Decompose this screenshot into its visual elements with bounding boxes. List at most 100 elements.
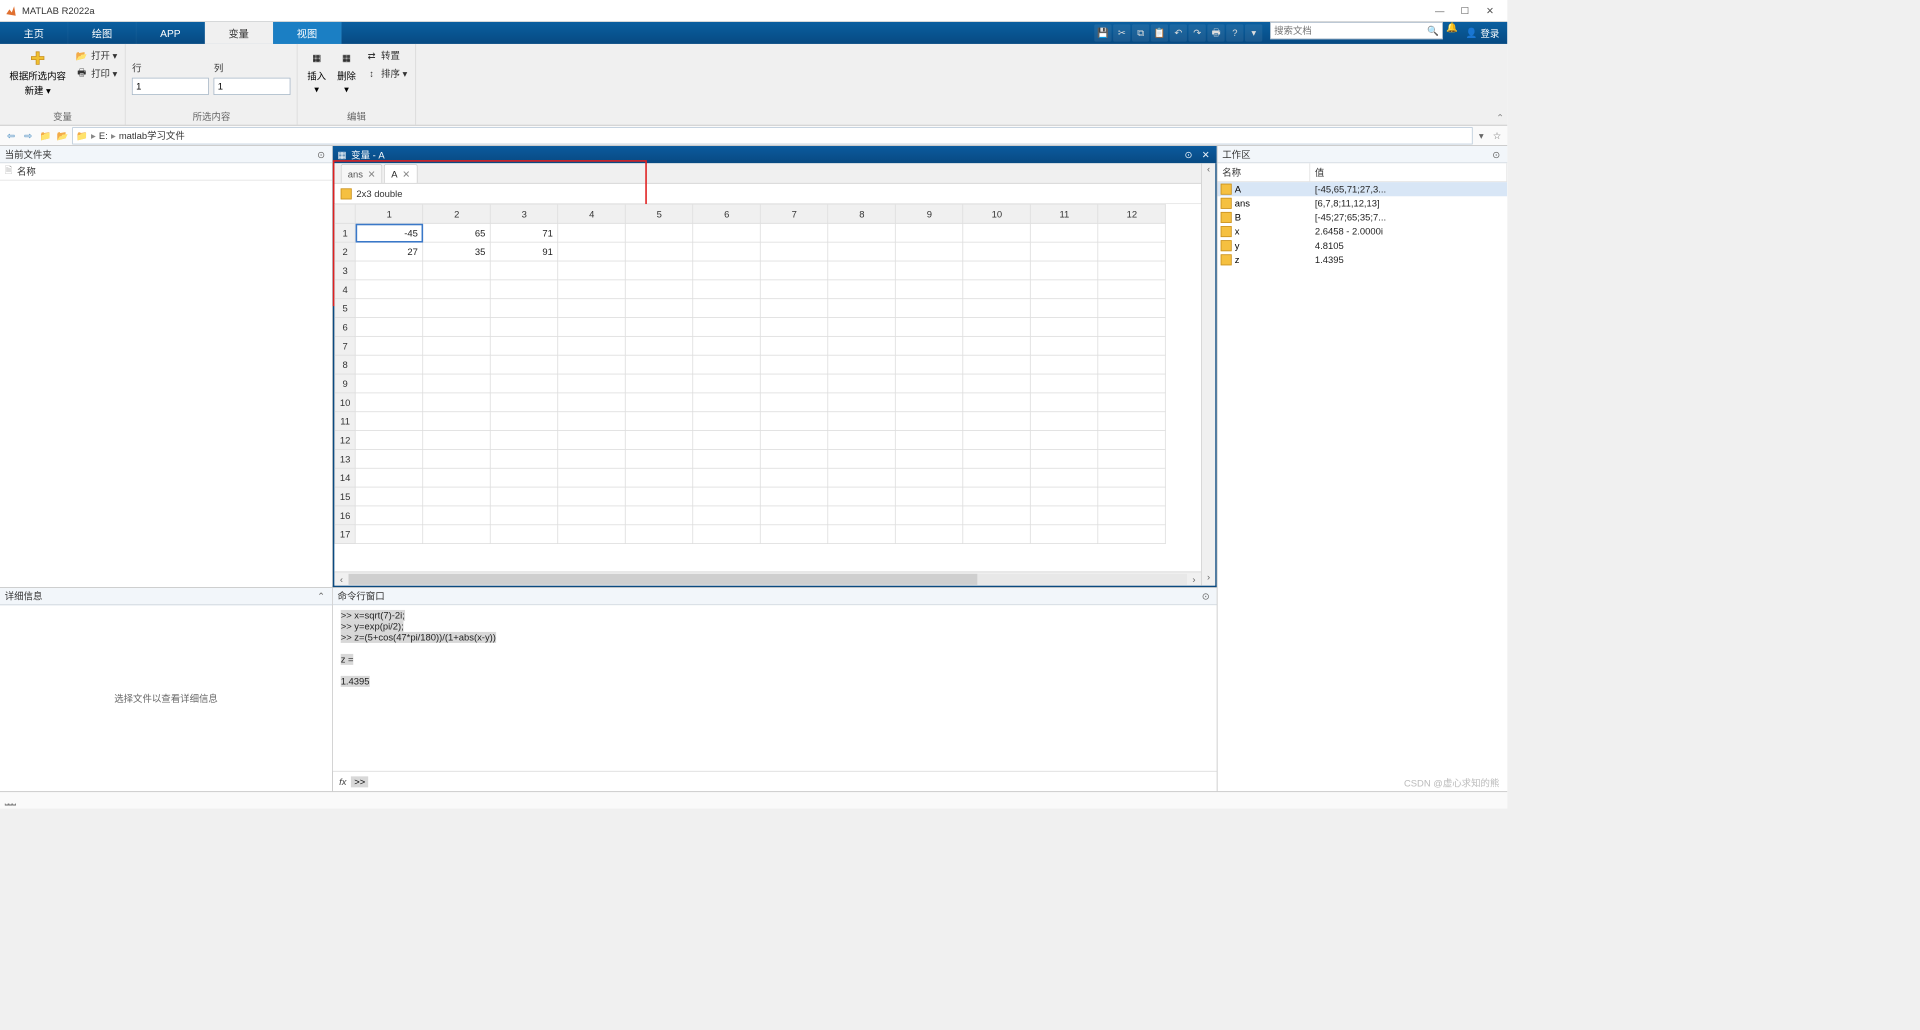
grid-cell[interactable] xyxy=(963,431,1031,450)
grid-cell[interactable] xyxy=(1031,336,1099,355)
grid-cell[interactable] xyxy=(896,261,964,280)
grid-cell[interactable] xyxy=(1098,506,1166,525)
grid-cell[interactable] xyxy=(693,261,761,280)
grid-cell[interactable] xyxy=(896,242,964,261)
grid-cell[interactable] xyxy=(1031,468,1099,487)
row-header[interactable]: 9 xyxy=(335,374,356,393)
grid-cell[interactable] xyxy=(355,374,423,393)
save-icon[interactable]: 💾 xyxy=(1094,24,1111,41)
grid-cell[interactable] xyxy=(626,412,694,431)
grid-cell[interactable] xyxy=(896,374,964,393)
copy-icon[interactable]: ⧉ xyxy=(1132,24,1149,41)
grid-cell[interactable] xyxy=(761,374,829,393)
grid-cell[interactable] xyxy=(963,506,1031,525)
grid-cell[interactable] xyxy=(828,412,896,431)
grid-cell[interactable] xyxy=(1098,412,1166,431)
grid-cell[interactable] xyxy=(491,393,559,412)
grid-cell[interactable] xyxy=(896,355,964,374)
grid-cell[interactable] xyxy=(896,223,964,242)
row-header[interactable]: 12 xyxy=(335,431,356,450)
grid-cell[interactable] xyxy=(558,412,626,431)
grid-cell[interactable] xyxy=(558,525,626,544)
open-button[interactable]: 📂打开 ▾ xyxy=(74,47,119,63)
grid-cell[interactable] xyxy=(355,355,423,374)
grid-cell[interactable] xyxy=(558,336,626,355)
grid-cell[interactable] xyxy=(828,431,896,450)
col-header[interactable]: 10 xyxy=(963,204,1031,223)
grid-cell[interactable] xyxy=(828,449,896,468)
col-header[interactable]: 9 xyxy=(896,204,964,223)
grid-cell[interactable] xyxy=(693,318,761,337)
grid-cell[interactable] xyxy=(355,393,423,412)
tab-plot[interactable]: 绘图 xyxy=(68,22,136,44)
row-header[interactable]: 15 xyxy=(335,487,356,506)
grid-cell[interactable] xyxy=(558,506,626,525)
grid-cell[interactable] xyxy=(828,374,896,393)
row-header[interactable]: 1 xyxy=(335,223,356,242)
grid-cell[interactable] xyxy=(626,242,694,261)
grid-cell[interactable] xyxy=(423,261,491,280)
grid-cell[interactable] xyxy=(355,487,423,506)
grid-cell[interactable] xyxy=(828,487,896,506)
grid-cell[interactable] xyxy=(761,525,829,544)
print-button[interactable]: 🖶打印 ▾ xyxy=(74,65,119,81)
tab-variable[interactable]: 变量 xyxy=(205,22,273,44)
grid-cell[interactable] xyxy=(1098,318,1166,337)
grid-cell[interactable] xyxy=(423,525,491,544)
grid-cell[interactable] xyxy=(896,318,964,337)
grid-cell[interactable] xyxy=(1031,299,1099,318)
grid-cell[interactable] xyxy=(828,393,896,412)
grid-cell[interactable] xyxy=(963,280,1031,299)
row-header[interactable]: 2 xyxy=(335,242,356,261)
grid-cell[interactable]: 27 xyxy=(355,242,423,261)
col-header[interactable]: 8 xyxy=(828,204,896,223)
col-header[interactable]: 3 xyxy=(491,204,559,223)
pane-menu-icon[interactable]: ⊙ xyxy=(315,148,328,161)
fx-icon[interactable]: fx xyxy=(339,776,346,787)
grid-cell[interactable] xyxy=(1098,242,1166,261)
grid-cell[interactable] xyxy=(1031,261,1099,280)
grid-cell[interactable] xyxy=(896,299,964,318)
grid-cell[interactable] xyxy=(693,431,761,450)
col-header[interactable]: 5 xyxy=(626,204,694,223)
grid-cell[interactable] xyxy=(491,299,559,318)
grid-cell[interactable] xyxy=(963,318,1031,337)
grid-cell[interactable] xyxy=(423,280,491,299)
row-header[interactable]: 17 xyxy=(335,525,356,544)
grid-cell[interactable] xyxy=(1098,525,1166,544)
grid-cell[interactable] xyxy=(963,468,1031,487)
pane-close-icon[interactable]: ✕ xyxy=(1199,149,1212,160)
grid-cell[interactable] xyxy=(963,261,1031,280)
grid-cell[interactable] xyxy=(828,336,896,355)
grid-cell[interactable] xyxy=(896,393,964,412)
close-tab-icon[interactable]: ✕ xyxy=(368,168,376,179)
grid-cell[interactable] xyxy=(558,242,626,261)
grid-cell[interactable] xyxy=(761,280,829,299)
grid-cell[interactable] xyxy=(626,468,694,487)
grid-cell[interactable] xyxy=(1098,468,1166,487)
grid-cell[interactable] xyxy=(693,506,761,525)
grid-cell[interactable] xyxy=(828,242,896,261)
grid-cell[interactable] xyxy=(761,242,829,261)
grid-cell[interactable] xyxy=(1031,318,1099,337)
pane-dock-icon[interactable]: ⊙ xyxy=(1182,149,1195,160)
grid-cell[interactable]: -45 xyxy=(355,223,423,242)
col-header[interactable]: 2 xyxy=(423,204,491,223)
grid-cell[interactable] xyxy=(423,393,491,412)
grid-cell[interactable] xyxy=(423,506,491,525)
path-star-icon[interactable]: ☆ xyxy=(1490,130,1504,141)
workspace-row[interactable]: ans[6,7,8;11,12,13] xyxy=(1218,196,1508,210)
path-folder[interactable]: matlab学习文件 xyxy=(119,129,185,142)
workspace-row[interactable]: A[-45,65,71;27,3... xyxy=(1218,182,1508,196)
grid-cell[interactable] xyxy=(491,318,559,337)
grid-cell[interactable] xyxy=(693,393,761,412)
paste-icon[interactable]: 📋 xyxy=(1151,24,1168,41)
grid-cell[interactable] xyxy=(558,487,626,506)
grid-cell[interactable] xyxy=(423,374,491,393)
grid-cell[interactable] xyxy=(761,431,829,450)
grid-cell[interactable] xyxy=(355,299,423,318)
grid-cell[interactable] xyxy=(626,261,694,280)
grid-cell[interactable] xyxy=(626,299,694,318)
grid-cell[interactable] xyxy=(558,374,626,393)
grid-cell[interactable] xyxy=(491,374,559,393)
